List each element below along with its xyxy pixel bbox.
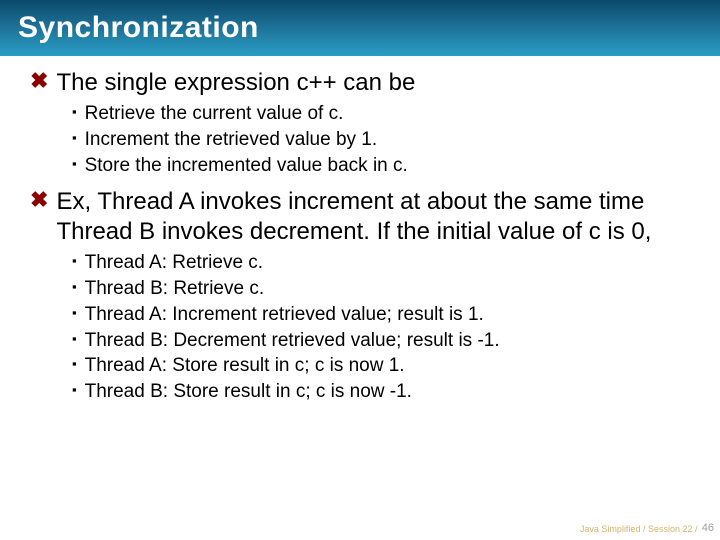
sub-item: ▪ Thread A: Increment retrieved value; r… bbox=[72, 303, 690, 327]
sub-bullet-icon: ▪ bbox=[72, 251, 77, 271]
main-item: ✖ Ex, Thread A invokes increment at abou… bbox=[30, 187, 690, 247]
sub-text: Thread A: Store result in c; c is now 1. bbox=[85, 354, 405, 378]
sub-text: Retrieve the current value of c. bbox=[85, 102, 344, 126]
sub-item: ▪ Retrieve the current value of c. bbox=[72, 102, 690, 126]
sub-item: ▪ Thread B: Decrement retrieved value; r… bbox=[72, 329, 690, 353]
sub-text: Thread B: Retrieve c. bbox=[85, 277, 265, 301]
title-bar: Synchronization bbox=[0, 0, 720, 56]
sub-bullet-icon: ▪ bbox=[72, 277, 77, 297]
sub-text: Thread A: Retrieve c. bbox=[85, 251, 263, 275]
sub-item: ▪ Thread B: Store result in c; c is now … bbox=[72, 380, 690, 404]
sub-item: ▪ Thread A: Store result in c; c is now … bbox=[72, 354, 690, 378]
sub-text: Thread B: Decrement retrieved value; res… bbox=[85, 329, 500, 353]
sub-item: ▪ Store the incremented value back in c. bbox=[72, 154, 690, 178]
slide-title: Synchronization bbox=[18, 11, 259, 45]
sub-bullet-icon: ▪ bbox=[72, 154, 77, 174]
main-bullet-icon: ✖ bbox=[30, 187, 48, 213]
sub-text: Thread B: Store result in c; c is now -1… bbox=[85, 380, 412, 404]
sub-text: Store the incremented value back in c. bbox=[85, 154, 408, 178]
sub-list: ▪ Thread A: Retrieve c. ▪ Thread B: Retr… bbox=[72, 251, 690, 404]
main-bullet-icon: ✖ bbox=[30, 68, 48, 94]
sub-text: Thread A: Increment retrieved value; res… bbox=[85, 303, 484, 327]
main-text: The single expression c++ can be bbox=[56, 68, 415, 98]
sub-item: ▪ Thread A: Retrieve c. bbox=[72, 251, 690, 275]
sub-bullet-icon: ▪ bbox=[72, 128, 77, 148]
sub-bullet-icon: ▪ bbox=[72, 102, 77, 122]
main-text: Ex, Thread A invokes increment at about … bbox=[56, 187, 690, 247]
main-item: ✖ The single expression c++ can be bbox=[30, 68, 690, 98]
sub-bullet-icon: ▪ bbox=[72, 329, 77, 349]
sub-text: Increment the retrieved value by 1. bbox=[85, 128, 378, 152]
sub-list: ▪ Retrieve the current value of c. ▪ Inc… bbox=[72, 102, 690, 177]
page-number: 46 bbox=[698, 522, 714, 534]
sub-bullet-icon: ▪ bbox=[72, 354, 77, 374]
content-area: ✖ The single expression c++ can be ▪ Ret… bbox=[0, 56, 720, 404]
sub-bullet-icon: ▪ bbox=[72, 303, 77, 323]
sub-item: ▪ Increment the retrieved value by 1. bbox=[72, 128, 690, 152]
sub-bullet-icon: ▪ bbox=[72, 380, 77, 400]
footer-text: Java Simplified / Session 22 / 46 bbox=[580, 524, 710, 534]
sub-item: ▪ Thread B: Retrieve c. bbox=[72, 277, 690, 301]
